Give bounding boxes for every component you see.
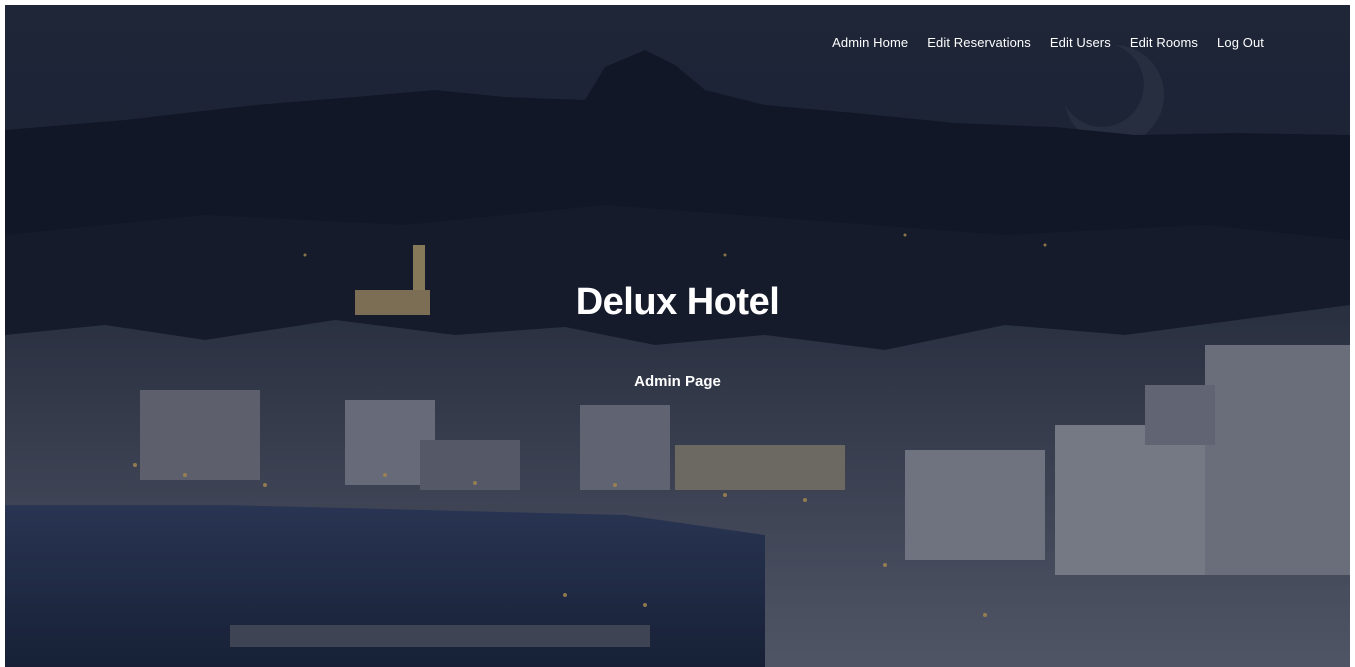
nav-admin-home-link[interactable]: Admin Home xyxy=(832,35,908,50)
top-navigation: Admin Home Edit Reservations Edit Users … xyxy=(832,35,1264,50)
nav-edit-reservations-link[interactable]: Edit Reservations xyxy=(927,35,1031,50)
nav-edit-rooms-link[interactable]: Edit Rooms xyxy=(1130,35,1198,50)
nav-log-out-link[interactable]: Log Out xyxy=(1217,35,1264,50)
hero-dark-overlay xyxy=(5,5,1350,667)
hero-subtitle: Admin Page xyxy=(634,373,721,390)
nav-edit-users-link[interactable]: Edit Users xyxy=(1050,35,1111,50)
hero-title: Delux Hotel xyxy=(575,281,780,323)
page-frame: Admin Home Edit Reservations Edit Users … xyxy=(5,5,1350,667)
